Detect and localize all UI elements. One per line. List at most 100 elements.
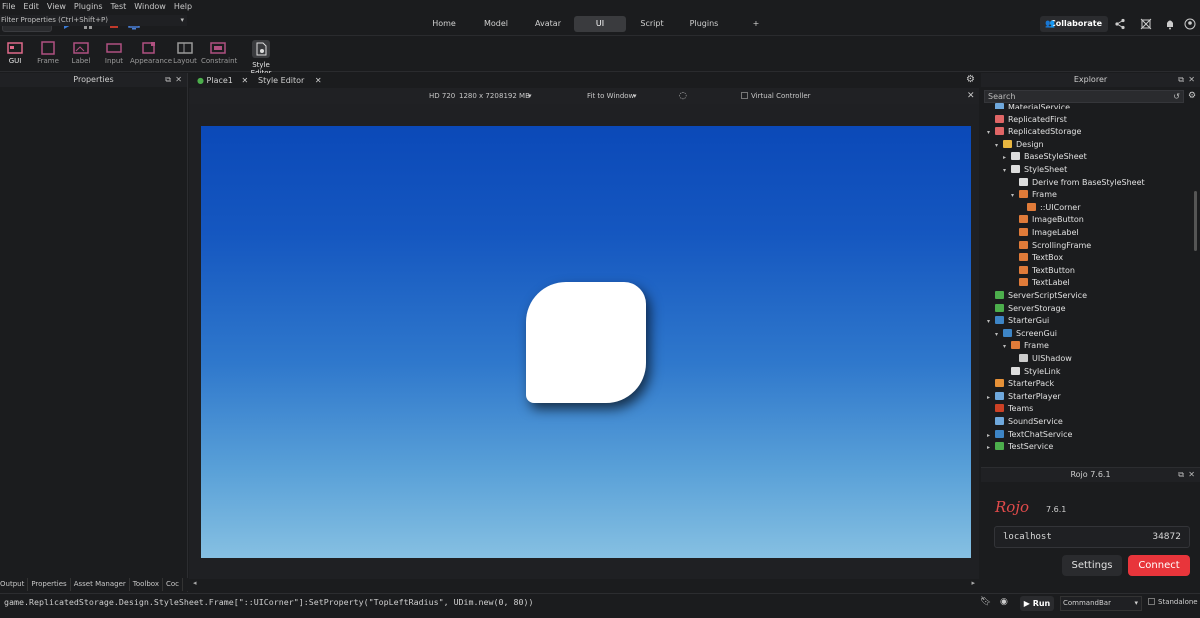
tree-item[interactable]: ImageButton xyxy=(1011,214,1084,227)
tree-item[interactable]: TextButton xyxy=(1011,265,1075,278)
settings-button[interactable]: Settings xyxy=(1062,555,1122,576)
tab-style-editor[interactable]: Style Editor ✕ xyxy=(258,74,322,88)
style-editor-button[interactable]: Style Editor xyxy=(241,40,281,77)
tab-asset-manager[interactable]: Asset Manager xyxy=(74,578,130,591)
tab-output[interactable]: Output xyxy=(0,578,29,591)
explorer-search-input[interactable]: Search ↺ xyxy=(984,90,1184,103)
standalone-checkbox[interactable]: Standalone xyxy=(1148,598,1198,606)
undock-icon[interactable]: ⧉ xyxy=(165,73,171,87)
connect-button[interactable]: Connect xyxy=(1128,555,1190,576)
virtual-controller-checkbox[interactable]: Virtual Controller xyxy=(741,88,811,104)
tree-item[interactable]: ▾ Frame xyxy=(1011,189,1057,202)
tab-script[interactable]: Script xyxy=(626,16,678,32)
chevron-down-icon[interactable]: ▾ xyxy=(180,15,184,26)
constraint-button[interactable]: Constraint xyxy=(201,40,237,70)
record-icon[interactable]: ◉ xyxy=(1000,597,1008,607)
account-icon[interactable] xyxy=(1184,18,1196,30)
menu-window[interactable]: Window xyxy=(132,0,172,13)
chevron-down-icon[interactable]: ▾ xyxy=(633,88,637,104)
share-icon[interactable] xyxy=(1114,18,1126,30)
undock-icon[interactable]: ⧉ xyxy=(1178,73,1184,87)
gui-button[interactable]: GUI xyxy=(0,40,30,70)
tree-item[interactable]: ▾ Design xyxy=(995,139,1044,152)
scroll-right-icon[interactable]: ▸ xyxy=(971,579,975,587)
tab-properties[interactable]: Properties xyxy=(31,578,71,591)
menu-test[interactable]: Test xyxy=(109,0,133,13)
tab-place1[interactable]: ● Place1 ✕ xyxy=(197,74,248,88)
tree-item[interactable]: Teams xyxy=(987,403,1033,416)
expand-arrow-icon[interactable]: ▸ xyxy=(987,430,995,442)
bookmark-icon[interactable]: 🔖︎ xyxy=(980,597,991,607)
tree-item[interactable]: ServerScriptService xyxy=(987,290,1087,303)
menu-help[interactable]: Help xyxy=(172,0,198,13)
collaborate-button[interactable]: 👥 Collaborate xyxy=(1040,16,1108,32)
close-icon[interactable]: ✕ xyxy=(241,76,248,85)
expand-arrow-icon[interactable]: ▾ xyxy=(1011,190,1019,202)
tree-item[interactable]: ▾ ReplicatedStorage xyxy=(987,126,1081,139)
expand-arrow-icon[interactable]: ▾ xyxy=(987,316,995,328)
tab-plugins[interactable]: Plugins xyxy=(678,16,730,32)
tab-ui[interactable]: UI xyxy=(574,16,626,32)
tree-item[interactable]: ▸ StarterPlayer xyxy=(987,391,1061,404)
tab-avatar[interactable]: Avatar xyxy=(522,16,574,32)
expand-arrow-icon[interactable]: ▾ xyxy=(1003,165,1011,177)
tab-code[interactable]: Coc xyxy=(166,578,184,591)
tree-item[interactable]: ::UICorner xyxy=(1019,202,1081,215)
tree-item[interactable]: MaterialService xyxy=(987,103,1070,109)
expand-arrow-icon[interactable]: ▸ xyxy=(987,442,995,454)
expand-arrow-icon[interactable]: ▾ xyxy=(995,329,1003,341)
tree-item[interactable]: ServerStorage xyxy=(987,303,1066,316)
filter-settings-icon[interactable]: ⚙ xyxy=(1188,91,1196,101)
tree-item[interactable]: StarterPack xyxy=(987,378,1054,391)
expand-arrow-icon[interactable]: ▾ xyxy=(1003,341,1011,353)
tree-item[interactable]: ▸ BaseStyleSheet xyxy=(1003,151,1087,164)
run-button[interactable]: ▶ Run xyxy=(1020,596,1054,611)
tab-home[interactable]: Home xyxy=(418,16,470,32)
expand-arrow-icon[interactable]: ▸ xyxy=(1003,152,1011,164)
orientation-icon[interactable]: ◌ xyxy=(679,88,687,104)
close-icon[interactable]: ✕ xyxy=(175,73,182,87)
tree-item[interactable]: ReplicatedFirst xyxy=(987,114,1067,127)
scroll-left-icon[interactable]: ◂ xyxy=(193,579,197,587)
tree-item[interactable]: ▾ StarterGui xyxy=(987,315,1049,328)
chevron-down-icon[interactable]: ▾ xyxy=(528,88,532,104)
notification-bell-icon[interactable] xyxy=(1164,18,1176,30)
history-icon[interactable]: ↺ xyxy=(1173,91,1180,102)
fit-window-dropdown[interactable]: Fit to Window xyxy=(587,88,634,104)
tree-item[interactable]: ▸ TestService xyxy=(987,441,1053,454)
tab-toolbox[interactable]: Toolbox xyxy=(133,578,164,591)
tree-item[interactable]: UIShadow xyxy=(1011,353,1072,366)
menu-plugins[interactable]: Plugins xyxy=(72,0,109,13)
tree-item[interactable]: ImageLabel xyxy=(1011,227,1079,240)
tree-item[interactable]: TextBox xyxy=(1011,252,1063,265)
tree-item[interactable]: ▾ Frame xyxy=(1003,340,1049,353)
frame-preview[interactable] xyxy=(526,282,646,403)
close-icon[interactable]: ✕ xyxy=(1188,468,1195,482)
expand-arrow-icon[interactable]: ▾ xyxy=(995,140,1003,152)
tab-add[interactable]: + xyxy=(730,16,782,32)
properties-filter-input[interactable]: Filter Properties (Ctrl+Shift+P) ▾ xyxy=(0,15,187,26)
tree-item[interactable]: TextLabel xyxy=(1011,277,1070,290)
expand-arrow-icon[interactable]: ▾ xyxy=(987,127,995,139)
input-button[interactable]: Input xyxy=(99,40,129,70)
resolution-label[interactable]: 1280 x 720 xyxy=(459,88,499,104)
host-input[interactable]: localhost 34872 xyxy=(994,526,1190,548)
menu-file[interactable]: File xyxy=(0,0,21,13)
appearance-button[interactable]: Appearance xyxy=(130,40,172,70)
gear-icon[interactable]: ⚙ xyxy=(966,74,975,85)
tab-model[interactable]: Model xyxy=(470,16,522,32)
close-icon[interactable]: ✕ xyxy=(1188,73,1195,87)
frame-button[interactable]: Frame xyxy=(33,40,63,70)
close-icon[interactable]: ✕ xyxy=(315,76,322,85)
explorer-scrollbar[interactable] xyxy=(1194,191,1197,251)
tree-item[interactable]: ▾ StyleSheet xyxy=(1003,164,1067,177)
horizontal-scrollbar[interactable]: ◂ ▸ xyxy=(189,579,979,591)
tree-item[interactable]: ScrollingFrame xyxy=(1011,240,1091,253)
menu-edit[interactable]: Edit xyxy=(21,0,45,13)
tree-item[interactable]: ▾ ScreenGui xyxy=(995,328,1057,341)
memory-dropdown[interactable]: 8192 MB xyxy=(499,88,530,104)
tree-item[interactable]: SoundService xyxy=(987,416,1063,429)
device-label[interactable]: HD 720 xyxy=(429,88,455,104)
expand-arrow-icon[interactable]: ▸ xyxy=(987,392,995,404)
command-context-dropdown[interactable]: CommandBar ▾ xyxy=(1060,596,1142,611)
